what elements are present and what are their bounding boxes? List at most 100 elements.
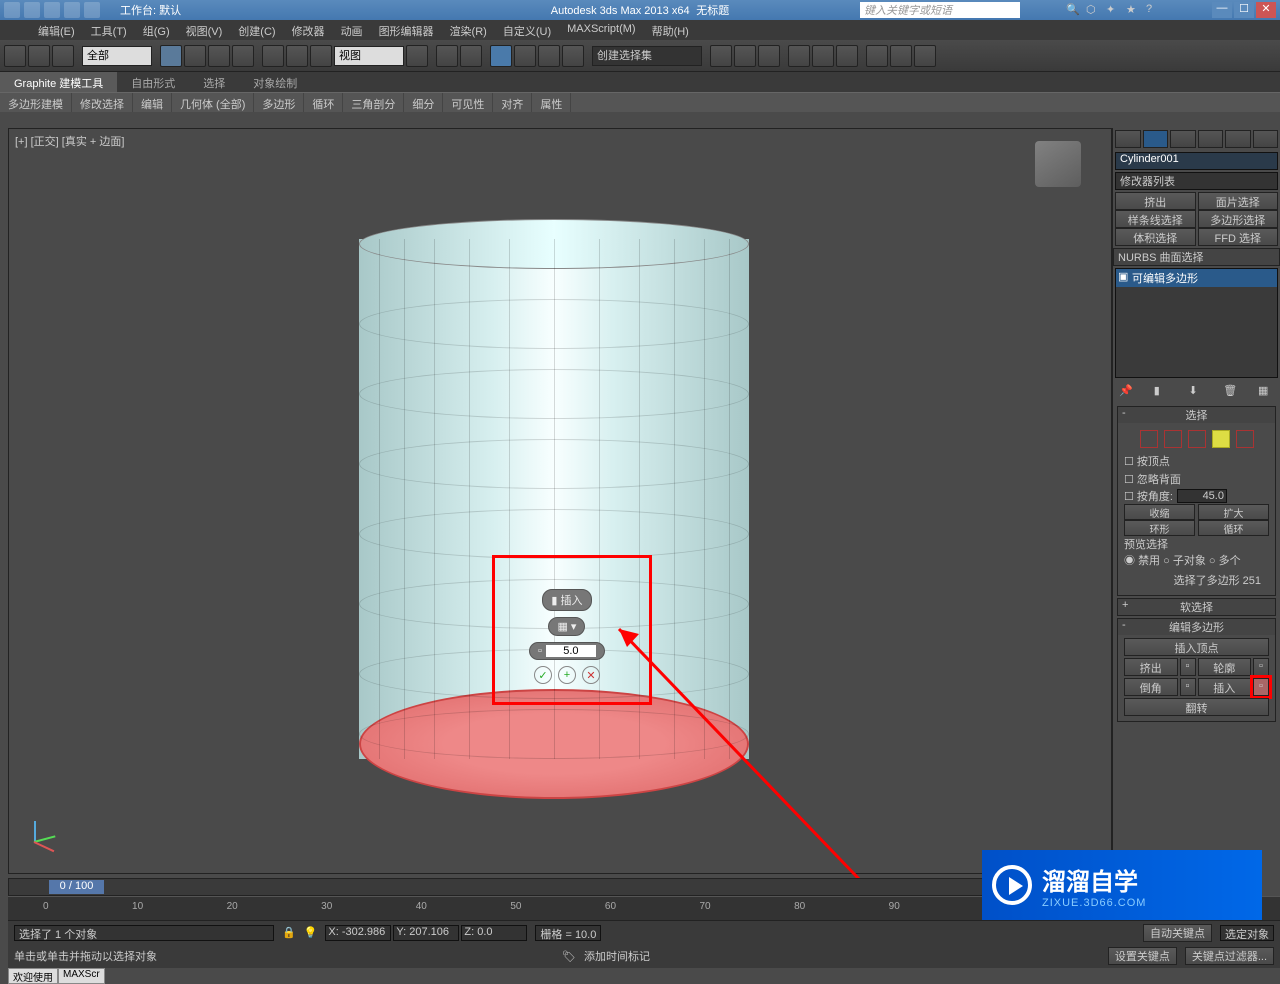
menu-maxscript[interactable]: MAXScript(M) xyxy=(559,20,643,40)
minimize-button[interactable]: — xyxy=(1212,2,1232,18)
coord-x[interactable]: X: -302.986 xyxy=(325,925,391,941)
ribbon-objpaint[interactable]: 对象绘制 xyxy=(239,72,311,92)
viewcube[interactable] xyxy=(1035,141,1081,187)
layers-icon[interactable] xyxy=(758,45,780,67)
tab-display-icon[interactable] xyxy=(1225,130,1251,148)
script-listener[interactable]: 欢迎使用 MAXScr xyxy=(8,968,105,984)
btn-grow[interactable]: 扩大 xyxy=(1198,504,1269,520)
chk-byvertex[interactable]: ☐ 按顶点 xyxy=(1124,452,1269,470)
isolate-icon[interactable]: 💡 xyxy=(304,926,318,939)
rotate-icon[interactable] xyxy=(286,45,308,67)
chk-ignoreback[interactable]: ☐ 忽略背面 xyxy=(1124,470,1269,488)
chk-byangle[interactable]: ☐ 按角度: xyxy=(1124,488,1173,504)
btn-shrink[interactable]: 收缩 xyxy=(1124,504,1195,520)
bind-icon[interactable] xyxy=(52,45,74,67)
angle-spinner[interactable] xyxy=(1177,489,1227,503)
rendersetup-icon[interactable] xyxy=(866,45,888,67)
viewport-label[interactable]: [+] [正交] [真实 + 边面] xyxy=(15,133,124,149)
set-volsel[interactable]: 体积选择 xyxy=(1115,228,1196,246)
align-icon[interactable] xyxy=(734,45,756,67)
object-name-field[interactable]: Cylinder001 xyxy=(1115,152,1278,170)
btn-outline-settings[interactable]: ▫ xyxy=(1253,658,1269,676)
workspace-label[interactable]: 工作台: 默认 xyxy=(120,2,181,18)
radio-multi[interactable]: ○ 多个 xyxy=(1209,555,1241,567)
btn-inset[interactable]: 插入 xyxy=(1198,678,1252,696)
manip-icon[interactable] xyxy=(436,45,458,67)
select-object-icon[interactable] xyxy=(160,45,182,67)
subobj-border-icon[interactable] xyxy=(1188,430,1206,448)
menu-create[interactable]: 创建(C) xyxy=(230,20,283,40)
subobj-vertex-icon[interactable] xyxy=(1140,430,1158,448)
select-name-icon[interactable] xyxy=(184,45,206,67)
infocenter-icon[interactable]: 🔍 xyxy=(1066,3,1080,17)
btn-flip[interactable]: 翻转 xyxy=(1124,698,1269,716)
window-cross-icon[interactable] xyxy=(232,45,254,67)
lock-icon[interactable]: 🔒 xyxy=(282,926,296,939)
tab-modify-icon[interactable] xyxy=(1143,130,1169,148)
menu-edit[interactable]: 编辑(E) xyxy=(30,20,83,40)
maximize-button[interactable]: ☐ xyxy=(1234,2,1254,18)
unique-icon[interactable]: ⬇ xyxy=(1189,384,1205,400)
schematic-icon[interactable] xyxy=(812,45,834,67)
rsub-align[interactable]: 对齐 xyxy=(493,93,532,112)
time-slider[interactable]: 0 / 100 xyxy=(8,878,1112,896)
percent-snap-icon[interactable] xyxy=(538,45,560,67)
tab-motion-icon[interactable] xyxy=(1198,130,1224,148)
unlink-icon[interactable] xyxy=(28,45,50,67)
scale-icon[interactable] xyxy=(310,45,332,67)
keyfilter-button[interactable]: 关键点过滤器... xyxy=(1185,947,1274,965)
btn-ring[interactable]: 环形 xyxy=(1124,520,1195,536)
btn-loop[interactable]: 循环 xyxy=(1198,520,1269,536)
spinner-snap-icon[interactable] xyxy=(562,45,584,67)
pin-stack-icon[interactable]: 📌 xyxy=(1119,384,1135,400)
caddy-ok-button[interactable]: ✓ xyxy=(534,666,552,684)
rollout-editpoly-head[interactable]: 编辑多边形 xyxy=(1118,619,1275,635)
tab-hierarchy-icon[interactable] xyxy=(1170,130,1196,148)
remove-mod-icon[interactable]: 🗑 xyxy=(1223,384,1239,400)
help-search[interactable]: 键入关键字或短语 xyxy=(860,2,1020,18)
ribbon-freeform[interactable]: 自由形式 xyxy=(117,72,189,92)
rollout-softsel-head[interactable]: 软选择 xyxy=(1118,599,1275,615)
move-icon[interactable] xyxy=(262,45,284,67)
material-icon[interactable] xyxy=(836,45,858,67)
render-icon[interactable] xyxy=(914,45,936,67)
menu-help[interactable]: 帮助(H) xyxy=(644,20,697,40)
subobj-element-icon[interactable] xyxy=(1236,430,1254,448)
keymode-dropdown[interactable]: 选定对象 xyxy=(1220,925,1274,941)
tab-utilities-icon[interactable] xyxy=(1253,130,1279,148)
rsub-loops[interactable]: 循环 xyxy=(304,93,343,112)
show-end-icon[interactable]: ▮ xyxy=(1154,384,1170,400)
tab-create-icon[interactable] xyxy=(1115,130,1141,148)
menu-rendering[interactable]: 渲染(R) xyxy=(442,20,495,40)
ribbon-graphite[interactable]: Graphite 建模工具 xyxy=(0,72,117,92)
menu-tools[interactable]: 工具(T) xyxy=(83,20,135,40)
btn-bevel-settings[interactable]: ▫ xyxy=(1180,678,1196,696)
caddy-cancel-button[interactable]: ✕ xyxy=(582,666,600,684)
ribbon-selection[interactable]: 选择 xyxy=(189,72,239,92)
modifier-list[interactable]: 修改器列表 xyxy=(1115,172,1278,190)
named-sel-set[interactable]: 创建选择集 xyxy=(592,46,702,66)
config-icon[interactable]: ▦ xyxy=(1258,384,1274,400)
menu-modifiers[interactable]: 修改器 xyxy=(284,20,333,40)
rsub-vis[interactable]: 可见性 xyxy=(443,93,493,112)
caddy-title[interactable]: ▮ 插入 xyxy=(542,589,591,611)
subobj-edge-icon[interactable] xyxy=(1164,430,1182,448)
btn-outline[interactable]: 轮廓 xyxy=(1198,658,1252,676)
btn-bevel[interactable]: 倒角 xyxy=(1124,678,1178,696)
qat-open-icon[interactable] xyxy=(24,2,40,18)
ref-coord[interactable]: 视图 xyxy=(334,46,404,66)
stack-item-epoly[interactable]: 可编辑多边形 xyxy=(1116,269,1277,287)
caddy-type-dropdown[interactable]: ▦ ▾ xyxy=(548,617,585,636)
btn-extrude[interactable]: 挤出 xyxy=(1124,658,1178,676)
curveeditor-icon[interactable] xyxy=(788,45,810,67)
snaptoggle-icon[interactable] xyxy=(490,45,512,67)
subs-icon[interactable]: ⬡ xyxy=(1086,3,1100,17)
menu-customize[interactable]: 自定义(U) xyxy=(495,20,559,40)
btn-insertvertex[interactable]: 插入顶点 xyxy=(1124,638,1269,656)
set-ffdsel[interactable]: FFD 选择 xyxy=(1198,228,1279,246)
qat-redo-icon[interactable] xyxy=(84,2,100,18)
caddy-amount[interactable]: ▫ 5.0 xyxy=(529,642,605,660)
coord-z[interactable]: Z: 0.0 xyxy=(461,925,527,941)
menu-grapheditors[interactable]: 图形编辑器 xyxy=(371,20,442,40)
rollout-selection-head[interactable]: 选择 xyxy=(1118,407,1275,423)
